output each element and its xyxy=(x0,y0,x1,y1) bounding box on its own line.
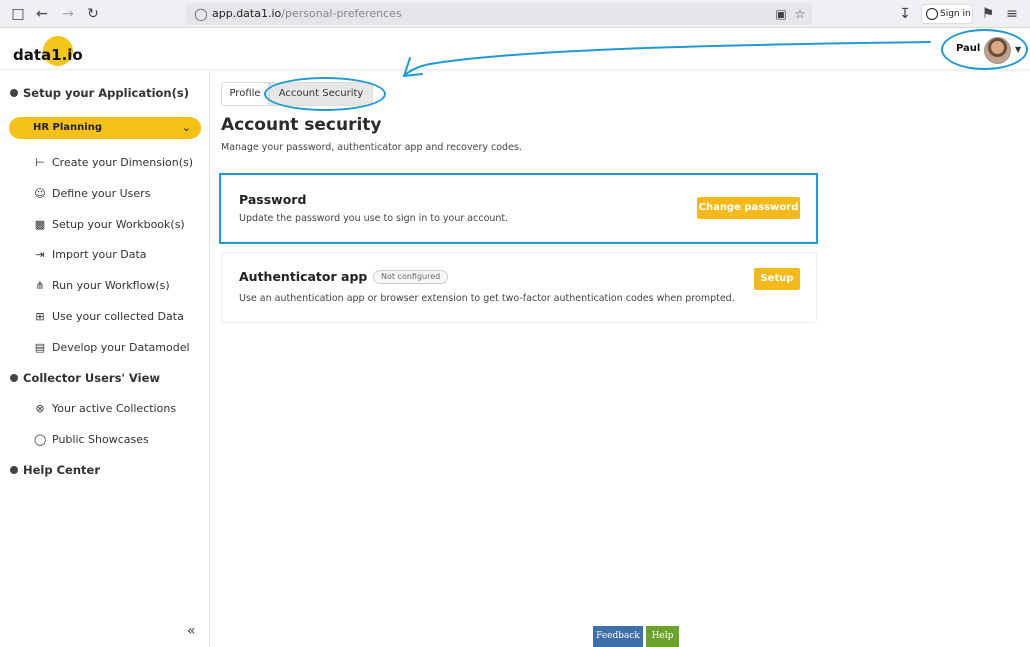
back-arrow-icon[interactable]: ← xyxy=(32,4,52,24)
bookmark-star-icon[interactable]: ☆ xyxy=(791,5,809,23)
sidebar-item-dimensions[interactable]: ⊢ Create your Dimension(s) xyxy=(34,153,193,173)
logo[interactable]: data1.io xyxy=(13,46,83,64)
sidebar-item-workflows[interactable]: ⋔ Run your Workflow(s) xyxy=(34,276,169,296)
authenticator-card: Authenticator app Not configured Use an … xyxy=(221,252,817,323)
annotation-highlight-box xyxy=(219,173,818,244)
downloads-icon[interactable]: ↧ xyxy=(895,4,915,24)
sidebar-item-collections[interactable]: ⊗ Your active Collections xyxy=(34,399,176,419)
sign-in-button[interactable]: Sign in xyxy=(921,4,973,24)
table-icon: ⊞ xyxy=(35,310,45,323)
hierarchy-icon: ⊢ xyxy=(35,156,45,169)
sidebar-item-workbooks[interactable]: ▩ Setup your Workbook(s) xyxy=(34,215,185,235)
address-bar[interactable]: ◯ app.data1.io/personal-preferences ▣ ☆ xyxy=(186,3,812,25)
authenticator-card-title: Authenticator app xyxy=(239,269,368,284)
annotation-ellipse-user xyxy=(941,29,1028,70)
workflow-icon: ⋔ xyxy=(35,279,45,292)
sidebar-item-users[interactable]: ☺ Define your Users xyxy=(34,184,150,204)
annotation-arrow xyxy=(403,41,931,77)
reload-icon[interactable]: ↻ xyxy=(83,4,103,24)
page-subtitle: Manage your password, authenticator app … xyxy=(221,142,522,153)
help-button[interactable]: Help xyxy=(646,626,679,647)
annotation-ellipse-tab xyxy=(264,77,386,111)
bullet-icon xyxy=(10,466,18,474)
collapse-sidebar-icon[interactable]: « xyxy=(187,623,196,639)
import-icon: ⇥ xyxy=(35,248,45,261)
lifebuoy-icon: ⊗ xyxy=(35,402,45,415)
sidebar-section-help[interactable]: Help Center xyxy=(10,463,100,477)
feedback-button[interactable]: Feedback xyxy=(593,626,643,647)
bullet-icon xyxy=(10,374,18,382)
app-selector[interactable]: HR Planning ⌄ xyxy=(9,117,201,139)
forward-arrow-icon[interactable]: → xyxy=(58,4,78,24)
sidebar-section-collector[interactable]: Collector Users' View xyxy=(10,371,160,385)
reader-mode-icon[interactable]: ▣ xyxy=(772,5,790,23)
workbook-icon: ▩ xyxy=(34,218,46,231)
account-icon xyxy=(926,8,938,20)
bullet-icon xyxy=(10,89,18,97)
sidebar: Setup your Application(s) HR Planning ⌄ … xyxy=(0,70,210,647)
lightbulb-icon: ◯ xyxy=(34,433,47,446)
sidebar-item-import[interactable]: ⇥ Import your Data xyxy=(34,245,146,265)
chevron-down-icon: ⌄ xyxy=(181,121,191,134)
status-badge: Not configured xyxy=(373,270,449,284)
app-selector-label: HR Planning xyxy=(33,122,102,133)
sidebar-section-setup[interactable]: Setup your Application(s) xyxy=(10,86,189,100)
setup-button[interactable]: Setup xyxy=(754,268,800,290)
authenticator-card-description: Use an authentication app or browser ext… xyxy=(239,293,735,304)
tab-profile[interactable]: Profile xyxy=(221,82,269,106)
browser-toolbar: □ ← → ↻ ◯ app.data1.io/personal-preferen… xyxy=(0,0,1030,28)
page-title: Account security xyxy=(221,115,382,135)
sidebar-item-showcases[interactable]: ◯ Public Showcases xyxy=(34,430,149,450)
extensions-icon[interactable]: ⚑ xyxy=(978,4,998,24)
new-tab-icon[interactable]: □ xyxy=(8,4,28,24)
shield-icon[interactable]: ◯ xyxy=(192,5,210,23)
datamodel-icon: ▤ xyxy=(34,341,46,354)
sidebar-item-collected-data[interactable]: ⊞ Use your collected Data xyxy=(34,307,183,327)
user-icon: ☺ xyxy=(34,187,46,200)
url-text[interactable]: app.data1.io/personal-preferences xyxy=(212,3,402,25)
sidebar-item-datamodel[interactable]: ▤ Develop your Datamodel xyxy=(34,338,190,358)
menu-icon[interactable]: ≡ xyxy=(1002,4,1022,24)
